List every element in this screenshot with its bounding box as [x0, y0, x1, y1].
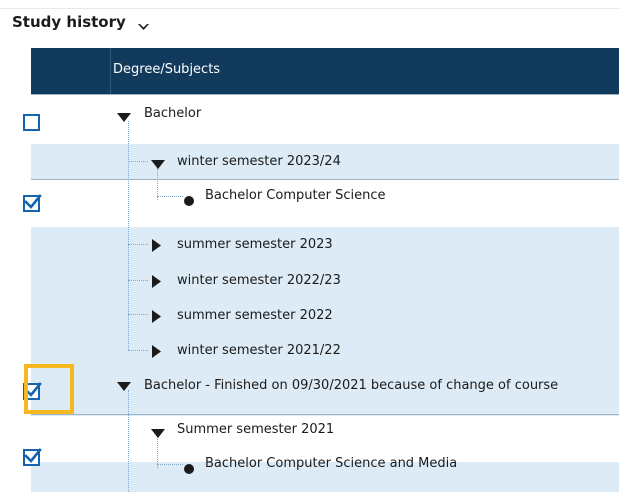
tree-item-semester[interactable]: summer semester 2023: [177, 237, 333, 252]
tree-item-semester[interactable]: winter semester 2023/24: [177, 154, 341, 169]
bullet-icon: [184, 191, 194, 210]
caret-down-icon[interactable]: [151, 155, 165, 174]
section-title: Study history: [12, 13, 126, 31]
tree-item-degree[interactable]: Bachelor - Finished on 09/30/2021 becaus…: [144, 378, 558, 393]
row-divider: [31, 94, 619, 95]
caret-right-icon[interactable]: [152, 273, 161, 292]
row-divider: [31, 179, 619, 180]
study-history-table: Degree/Subjects Bachelor winter semester…: [31, 48, 619, 492]
column-header-degree-subjects: Degree/Subjects: [113, 62, 221, 77]
header-separator: [110, 48, 111, 94]
caret-down-icon[interactable]: [151, 424, 165, 443]
table-header: Degree/Subjects: [31, 48, 619, 94]
caret-right-icon[interactable]: [152, 343, 161, 362]
row-band: [31, 415, 619, 416]
checkmark-icon: [24, 194, 42, 209]
caret-right-icon[interactable]: [152, 237, 161, 256]
tree-item-semester[interactable]: winter semester 2021/22: [177, 343, 341, 358]
tree-item-degree[interactable]: Bachelor: [144, 106, 201, 121]
bullet-icon: [184, 459, 194, 478]
tree-item-semester[interactable]: summer semester 2022: [177, 308, 333, 323]
tree-item-subject[interactable]: Bachelor Computer Science and Media: [205, 456, 457, 471]
tree-connector: [157, 464, 183, 465]
tree-item-semester[interactable]: winter semester 2022/23: [177, 273, 341, 288]
study-history-toggle[interactable]: Study history: [12, 13, 150, 31]
checkbox-subject-2[interactable]: [23, 448, 42, 466]
tree-connector: [128, 280, 148, 281]
tree-connector: [128, 390, 129, 492]
checkbox-subject-1[interactable]: [23, 194, 42, 212]
chevron-down-icon: [137, 18, 150, 30]
caret-right-icon[interactable]: [152, 308, 161, 327]
tree-connector: [128, 161, 148, 162]
focus-highlight: [24, 364, 74, 414]
checkbox-degree-1[interactable]: [23, 114, 40, 131]
tree-connector: [128, 350, 148, 351]
tree-item-semester[interactable]: Summer semester 2021: [177, 422, 334, 437]
caret-down-icon[interactable]: [117, 108, 131, 127]
tree-connector: [128, 121, 129, 350]
checkmark-icon: [24, 448, 42, 463]
caret-down-icon[interactable]: [117, 377, 131, 396]
tree-connector: [157, 196, 183, 197]
tree-connector: [128, 314, 148, 315]
top-divider: [0, 0, 619, 9]
tree-connector: [128, 244, 148, 245]
tree-item-subject[interactable]: Bachelor Computer Science: [205, 188, 385, 203]
